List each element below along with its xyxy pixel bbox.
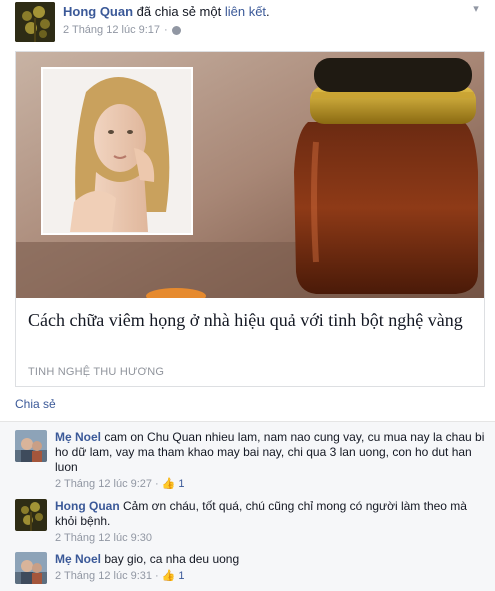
post-meta: 2 Tháng 12 lúc 9:17 · — [63, 24, 181, 36]
comments-section: Mẹ Noel cam on Chu Quan nhieu lam, nam n… — [0, 421, 495, 591]
globe-icon[interactable] — [171, 25, 181, 35]
comment-body: Mẹ Noel bay gio, ca nha deu uong 2 Tháng… — [55, 552, 485, 584]
comment-author[interactable]: Mẹ Noel — [55, 552, 101, 566]
thumbs-up-icon[interactable]: 👍 — [162, 477, 176, 492]
post-timestamp[interactable]: 2 Tháng 12 lúc 9:17 — [63, 24, 160, 36]
chevron-down-icon[interactable]: ▾ — [469, 2, 483, 16]
comment-author[interactable]: Mẹ Noel — [55, 430, 101, 444]
comment-meta: 2 Tháng 12 lúc 9:31 · 👍 1 — [55, 569, 485, 584]
post-action-suffix: . — [266, 4, 270, 19]
comment-text: bay gio, ca nha deu uong — [104, 552, 240, 566]
comment-body: Hong Quan Cảm ơn cháu, tốt quá, chú cũng… — [55, 499, 485, 546]
comment-meta: 2 Tháng 12 lúc 9:30 — [55, 531, 485, 546]
link-preview-text[interactable]: Cách chữa viêm họng ở nhà hiệu quả với t… — [16, 298, 484, 386]
like-count[interactable]: 1 — [178, 569, 184, 584]
post-action-link[interactable]: liên kết — [225, 4, 266, 19]
comment-meta: 2 Tháng 12 lúc 9:27 · 👍 1 — [55, 477, 485, 492]
like-count[interactable]: 1 — [178, 477, 184, 492]
link-preview-card[interactable]: Cách chữa viêm họng ở nhà hiệu quả với t… — [15, 51, 485, 387]
author-avatar[interactable] — [15, 2, 55, 42]
comment-text: cam on Chu Quan nhieu lam, nam nao cung … — [55, 430, 485, 474]
share-button[interactable]: Chia sẻ — [15, 397, 56, 411]
post-author-line: Hong Quan đã chia sẻ một liên kết. — [63, 4, 270, 19]
post-header: Hong Quan đã chia sẻ một liên kết. 2 Thá… — [15, 2, 485, 42]
meta-separator: · — [164, 24, 168, 36]
post-action-text: đã chia sẻ một — [136, 4, 222, 19]
commenter-avatar[interactable] — [15, 552, 47, 584]
link-preview-image[interactable] — [16, 52, 484, 298]
meta-separator: · — [155, 478, 159, 490]
comment-timestamp[interactable]: 2 Tháng 12 lúc 9:30 — [55, 531, 152, 546]
comment-timestamp[interactable]: 2 Tháng 12 lúc 9:31 — [55, 569, 152, 584]
link-preview-domain: TINH NGHỆ THU HƯƠNG — [28, 366, 165, 378]
thumbs-up-icon[interactable]: 👍 — [162, 569, 176, 584]
commenter-avatar[interactable] — [15, 430, 47, 462]
post-author-name[interactable]: Hong Quan — [63, 4, 133, 19]
comment-body: Mẹ Noel cam on Chu Quan nhieu lam, nam n… — [55, 430, 485, 492]
commenter-avatar[interactable] — [15, 499, 47, 531]
meta-separator: · — [155, 570, 159, 582]
comment-timestamp[interactable]: 2 Tháng 12 lúc 9:27 — [55, 477, 152, 492]
comment-author[interactable]: Hong Quan — [55, 499, 120, 513]
link-preview-title[interactable]: Cách chữa viêm họng ở nhà hiệu quả với t… — [28, 308, 472, 332]
